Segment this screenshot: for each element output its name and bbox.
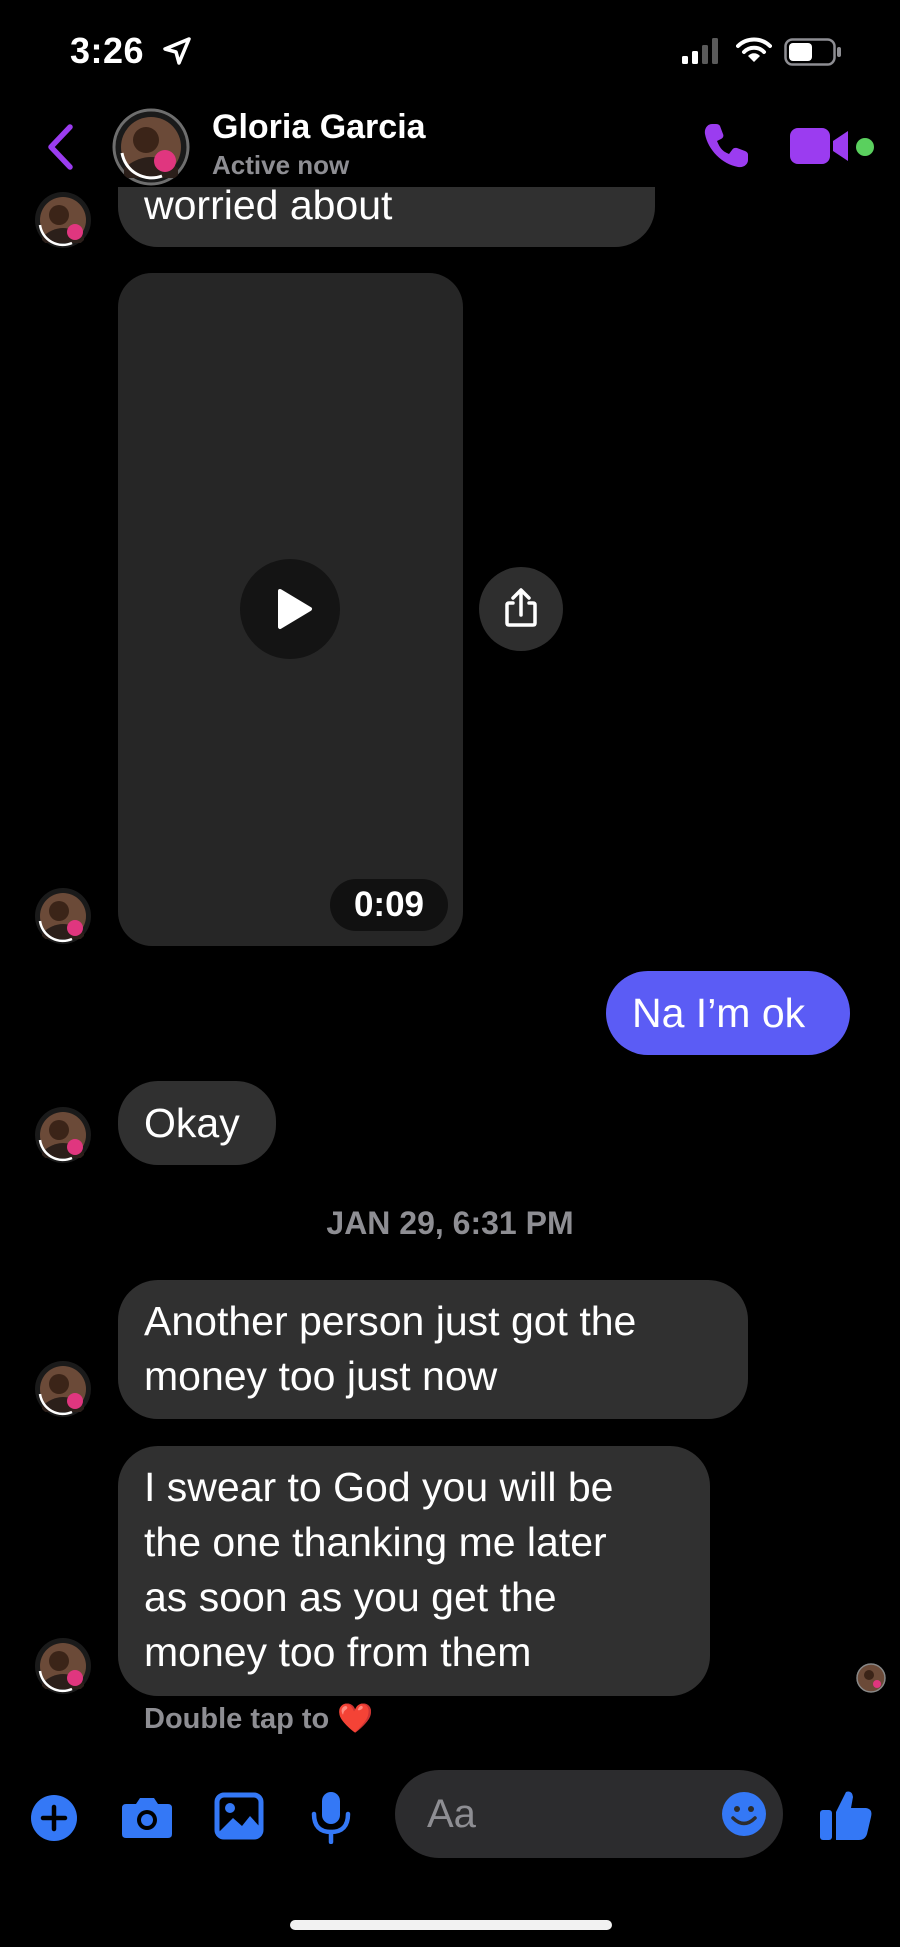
message-text: worried about <box>144 182 393 228</box>
message-input[interactable] <box>427 1788 687 1840</box>
phone-call-icon[interactable] <box>700 120 752 172</box>
message-text-line: the one thanking me later <box>144 1519 607 1565</box>
share-icon <box>505 588 537 627</box>
message-text: Okay <box>144 1100 240 1146</box>
plus-icon[interactable] <box>30 1794 78 1842</box>
camera-icon[interactable] <box>120 1794 174 1840</box>
heart-emoji-icon: ❤️ <box>337 1703 374 1735</box>
photo-gallery-icon[interactable] <box>214 1792 264 1840</box>
emoji-icon[interactable] <box>721 1791 767 1837</box>
my-message-bubble[interactable]: Na I’m ok <box>606 971 850 1055</box>
sender-avatar[interactable] <box>34 1106 92 1164</box>
sender-avatar[interactable] <box>34 1637 92 1695</box>
contact-avatar[interactable] <box>112 108 190 186</box>
status-time: 3:26 <box>70 30 145 71</box>
message-bubble[interactable]: I swear to God you will be the one thank… <box>118 1446 710 1696</box>
status-bar: 3:26 <box>0 0 900 100</box>
reaction-hint: Double tap to ❤️ <box>144 1702 373 1736</box>
video-duration: 0:09 <box>330 879 448 931</box>
message-bubble[interactable]: worried about <box>118 182 655 247</box>
thumbs-up-icon[interactable] <box>818 1788 874 1842</box>
seen-receipt-avatar <box>856 1663 886 1693</box>
message-bubble[interactable]: Another person just got the money too ju… <box>118 1280 748 1419</box>
sender-avatar[interactable] <box>34 191 92 249</box>
message-text-line: money too just now <box>144 1353 498 1399</box>
message-text-line: Another person just got the <box>144 1298 637 1344</box>
sender-avatar[interactable] <box>34 887 92 945</box>
message-text-line: as soon as you get the <box>144 1574 557 1620</box>
play-button[interactable] <box>240 559 340 659</box>
reaction-hint-text: Double tap to <box>144 1703 330 1735</box>
message-text-line: money too from them <box>144 1629 532 1675</box>
message-bubble[interactable]: Okay <box>118 1081 276 1165</box>
back-chevron-icon[interactable] <box>44 122 76 172</box>
contact-active-status: Active now <box>212 150 350 180</box>
sender-avatar[interactable] <box>34 1360 92 1418</box>
wifi-icon <box>736 37 772 62</box>
play-icon <box>278 589 312 629</box>
message-text-line: I swear to God you will be <box>144 1464 614 1510</box>
video-call-icon[interactable] <box>788 126 850 166</box>
share-button[interactable] <box>479 567 563 651</box>
message-input-field[interactable] <box>395 1770 783 1858</box>
message-text: Na I’m ok <box>632 989 806 1036</box>
video-message[interactable]: 0:09 <box>118 273 463 946</box>
contact-name[interactable]: Gloria Garcia <box>212 108 426 147</box>
microphone-icon[interactable] <box>311 1790 351 1844</box>
location-arrow-icon <box>163 37 191 65</box>
chat-header: Gloria Garcia Active now <box>0 100 900 192</box>
battery-icon <box>784 38 841 66</box>
cellular-signal-icon <box>682 38 718 64</box>
message-timestamp: JAN 29, 6:31 PM <box>326 1205 574 1241</box>
online-indicator <box>856 138 874 156</box>
message-composer <box>0 1760 900 1880</box>
home-indicator[interactable] <box>290 1920 612 1930</box>
